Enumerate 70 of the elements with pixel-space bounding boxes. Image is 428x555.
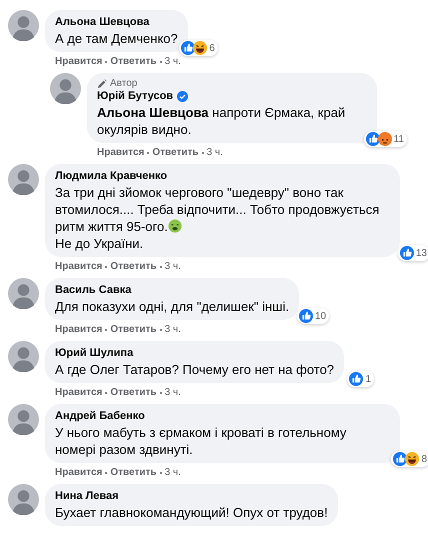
author-name[interactable]: Василь Савка (55, 283, 132, 298)
separator-dot (105, 328, 108, 330)
like-icon (400, 246, 414, 260)
author-name[interactable]: Юрий Шулипа (55, 346, 134, 361)
laughing-face-icon (193, 41, 208, 55)
like-icon (349, 372, 364, 386)
action-link[interactable]: Нравится (55, 386, 102, 399)
like-icon (366, 132, 380, 146)
like-icon (181, 41, 196, 55)
comment-text: За три дні зйомок чергового "шедевру" воно так втомилося.... Треба відпочити... Тобто продовжується ритм життя 95-ого. (55, 184, 380, 235)
author-name[interactable]: Андрей Бабенко (55, 409, 145, 424)
separator-dot (160, 392, 162, 394)
separator-dot (147, 152, 150, 154)
pencil-icon (97, 78, 107, 88)
comment-text: А де там Демченко? (55, 30, 178, 47)
reaction-summary[interactable]: 10 (297, 308, 330, 324)
avatar-icon[interactable] (50, 73, 81, 104)
separator-dot (160, 472, 162, 474)
timestamp[interactable]: 3 ч. (206, 146, 223, 159)
action-link[interactable]: Ответить (110, 386, 157, 399)
timestamp[interactable]: 3 ч. (164, 55, 181, 68)
action-link[interactable]: Нравится (55, 466, 102, 479)
avatar-icon[interactable] (8, 164, 39, 195)
action-link[interactable]: Ответить (110, 260, 157, 273)
timestamp[interactable]: 3 ч. (164, 466, 181, 479)
comment-text: Не до України. (55, 235, 144, 252)
reaction-summary[interactable]: 8 (391, 451, 428, 467)
author-name[interactable]: Альона Шевцова (55, 15, 150, 30)
action-link[interactable]: Нравится (55, 55, 102, 68)
timestamp[interactable]: 3 ч. (164, 260, 181, 273)
timestamp[interactable]: 3 ч. (164, 323, 181, 336)
action-link[interactable]: Ответить (110, 466, 157, 479)
avatar-icon[interactable] (8, 484, 39, 515)
angry-face-icon (378, 132, 392, 146)
comment-text: Бухает главнокомандующий! Опух от трудов! (55, 504, 328, 521)
separator-dot (105, 266, 108, 268)
author-name[interactable]: Нина Левая (55, 489, 119, 504)
comment-text: Альона Шевцова напроти Єрмака, край окулярів видно. (97, 104, 346, 138)
timestamp[interactable]: 3 ч. (164, 386, 181, 399)
separator-dot (202, 152, 204, 154)
avatar-icon[interactable] (8, 10, 39, 41)
action-link[interactable]: Ответить (110, 323, 157, 336)
sick-face-icon (168, 219, 182, 233)
separator-dot (160, 328, 162, 330)
action-link[interactable]: Ответить (110, 55, 157, 68)
separator-dot (160, 266, 162, 268)
separator-dot (105, 472, 108, 474)
author-name[interactable]: Людмила Кравченко (55, 169, 168, 184)
comment-text: Для показухи одні, для "делишек" інші. (55, 298, 290, 315)
author-label: Автор (110, 78, 138, 89)
like-icon (393, 452, 408, 466)
action-link[interactable]: Нравится (97, 146, 144, 159)
comment-text: У нього мабуть з єрмаком і кроваті в готельному номері разом здвинуті. (55, 424, 348, 458)
action-link[interactable]: Нравится (55, 260, 102, 273)
like-icon (299, 309, 313, 323)
action-link[interactable]: Нравится (55, 323, 102, 336)
laughing-face-icon (405, 452, 420, 466)
avatar-icon[interactable] (8, 278, 39, 309)
action-link[interactable]: Ответить (152, 146, 199, 159)
separator-dot (105, 392, 108, 394)
comment-text: А где Олег Татаров? Почему его нет на фото? (55, 361, 334, 378)
avatar-icon[interactable] (8, 404, 39, 435)
reaction-summary[interactable]: 13 (398, 245, 428, 261)
author-name[interactable]: Юрій Бутусов (97, 89, 174, 104)
reaction-summary[interactable]: 1 (347, 371, 374, 387)
reaction-summary[interactable]: 6 (179, 40, 218, 56)
avatar-icon[interactable] (8, 341, 39, 372)
reaction-summary[interactable]: 11 (364, 131, 407, 147)
separator-dot (105, 60, 108, 62)
separator-dot (160, 60, 162, 62)
